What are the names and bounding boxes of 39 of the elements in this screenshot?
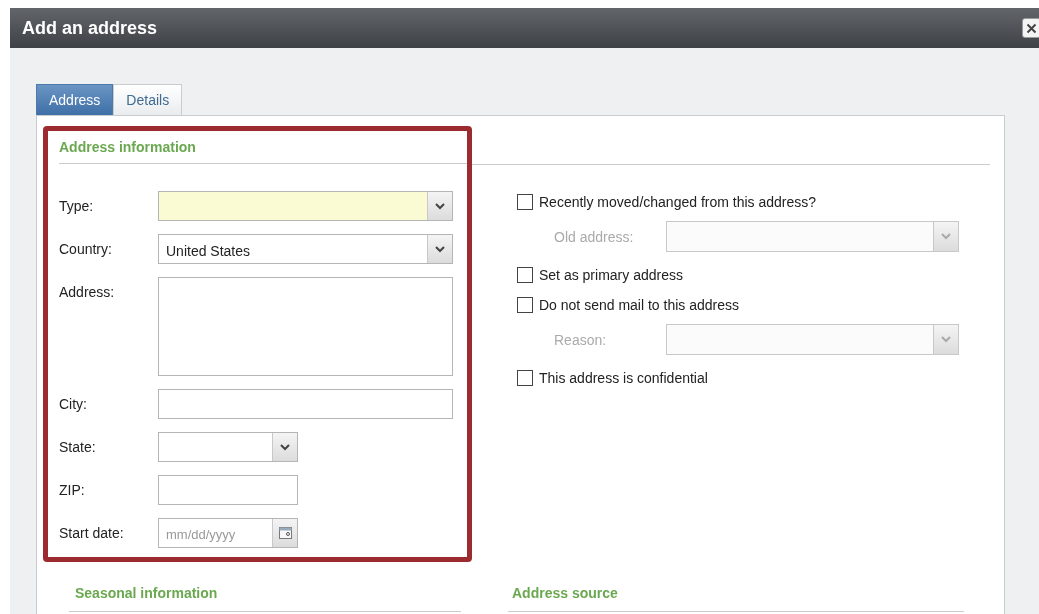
text-field[interactable] — [158, 475, 298, 505]
dropdown-field[interactable] — [158, 432, 298, 462]
tab[interactable]: Details — [113, 84, 183, 115]
field-label: ZIP: — [59, 481, 86, 498]
field-label: State: — [59, 438, 97, 455]
field-label: Country: — [59, 240, 113, 257]
window-title: Add an address — [22, 17, 158, 39]
field-label: Old address: — [553, 228, 635, 245]
dropdown-field[interactable] — [158, 191, 453, 221]
chevron-down-icon — [941, 336, 951, 343]
checkbox-label: Set as primary address — [539, 267, 683, 283]
chevron-down-icon — [435, 245, 445, 253]
section-heading: Seasonal information — [75, 585, 218, 601]
close-button[interactable] — [1022, 18, 1039, 38]
checkbox-label: This address is confidential — [539, 370, 708, 386]
section-heading: Address information — [59, 139, 196, 155]
dropdown-field[interactable]: United States — [158, 234, 453, 264]
chevron-down-icon — [280, 443, 290, 451]
text-field[interactable] — [158, 389, 453, 419]
chevron-down-icon — [435, 202, 445, 210]
checkbox-label: Do not send mail to this address — [539, 297, 739, 313]
field-label: Reason: — [553, 331, 608, 348]
address-textarea[interactable] — [158, 277, 453, 376]
checkbox[interactable] — [517, 370, 533, 386]
chevron-down-icon — [941, 233, 951, 240]
field-label: Type: — [59, 197, 95, 214]
field-label: Start date: — [59, 524, 125, 541]
checkbox-label: Recently moved/changed from this address? — [539, 194, 817, 210]
date-field[interactable]: mm/dd/yyyy — [158, 518, 298, 548]
dropdown-field[interactable] — [666, 324, 959, 355]
dropdown-field[interactable] — [666, 221, 959, 252]
section-heading: Address source — [512, 585, 618, 601]
checkbox[interactable] — [517, 267, 533, 283]
checkbox[interactable] — [517, 194, 533, 210]
field-label: City: — [59, 395, 88, 412]
calendar-icon[interactable] — [278, 527, 292, 539]
checkbox[interactable] — [517, 297, 533, 313]
tab[interactable]: Address — [36, 84, 114, 115]
field-label: Address: — [59, 283, 116, 300]
